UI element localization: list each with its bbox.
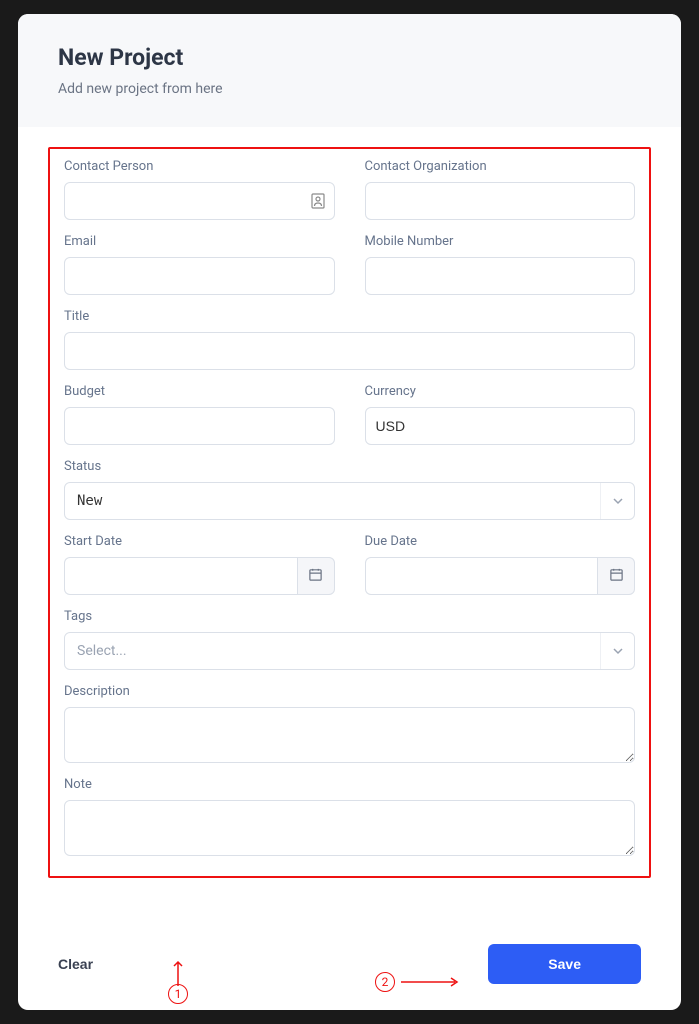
label-contact-person: Contact Person [64, 159, 335, 174]
field-email: Email [64, 234, 335, 295]
label-tags: Tags [64, 609, 635, 624]
chevron-down-icon [600, 633, 634, 669]
label-mobile-number: Mobile Number [365, 234, 636, 249]
select-status[interactable]: New [64, 482, 635, 520]
modal-subtitle: Add new project from here [58, 81, 641, 97]
select-tags[interactable]: Select... [64, 632, 635, 670]
select-status-value: New [65, 483, 600, 519]
label-description: Description [64, 684, 635, 699]
calendar-icon [609, 567, 624, 586]
select-tags-placeholder: Select... [65, 633, 600, 669]
field-due-date: Due Date [365, 534, 636, 595]
label-email: Email [64, 234, 335, 249]
label-title: Title [64, 309, 635, 324]
field-tags: Tags Select... [64, 609, 635, 670]
input-start-date[interactable] [64, 557, 297, 595]
field-contact-organization: Contact Organization [365, 159, 636, 220]
calendar-icon [308, 567, 323, 586]
field-start-date: Start Date [64, 534, 335, 595]
start-date-picker-button[interactable] [297, 557, 335, 595]
input-due-date[interactable] [365, 557, 598, 595]
label-budget: Budget [64, 384, 335, 399]
field-title: Title [64, 309, 635, 370]
input-email[interactable] [64, 257, 335, 295]
contact-card-icon [311, 193, 325, 209]
due-date-picker-button[interactable] [597, 557, 635, 595]
new-project-modal: New Project Add new project from here Co… [18, 14, 681, 1010]
label-due-date: Due Date [365, 534, 636, 549]
input-title[interactable] [64, 332, 635, 370]
field-contact-person: Contact Person [64, 159, 335, 220]
chevron-down-icon [600, 483, 634, 519]
input-contact-organization[interactable] [365, 182, 636, 220]
field-budget: Budget [64, 384, 335, 445]
label-currency: Currency [365, 384, 636, 399]
label-contact-organization: Contact Organization [365, 159, 636, 174]
input-currency[interactable] [365, 407, 636, 445]
field-currency: Currency [365, 384, 636, 445]
input-mobile-number[interactable] [365, 257, 636, 295]
label-start-date: Start Date [64, 534, 335, 549]
label-note: Note [64, 777, 635, 792]
textarea-note[interactable] [64, 800, 635, 856]
field-status: Status New [64, 459, 635, 520]
clear-button[interactable]: Clear [58, 956, 93, 972]
label-status: Status [64, 459, 635, 474]
form-highlight-box: Contact Person Contact Organiz [48, 147, 651, 878]
input-contact-person[interactable] [64, 182, 335, 220]
save-button[interactable]: Save [488, 944, 641, 984]
modal-header: New Project Add new project from here [18, 14, 681, 127]
field-description: Description [64, 684, 635, 763]
modal-body: Contact Person Contact Organiz [18, 127, 681, 930]
textarea-description[interactable] [64, 707, 635, 763]
modal-footer: Clear Save 1 2 [18, 930, 681, 1010]
field-mobile-number: Mobile Number [365, 234, 636, 295]
field-note: Note [64, 777, 635, 856]
input-budget[interactable] [64, 407, 335, 445]
modal-title: New Project [58, 44, 641, 71]
annotation-marker-2: 2 [375, 972, 461, 992]
annotation-marker-1: 1 [168, 984, 188, 1004]
